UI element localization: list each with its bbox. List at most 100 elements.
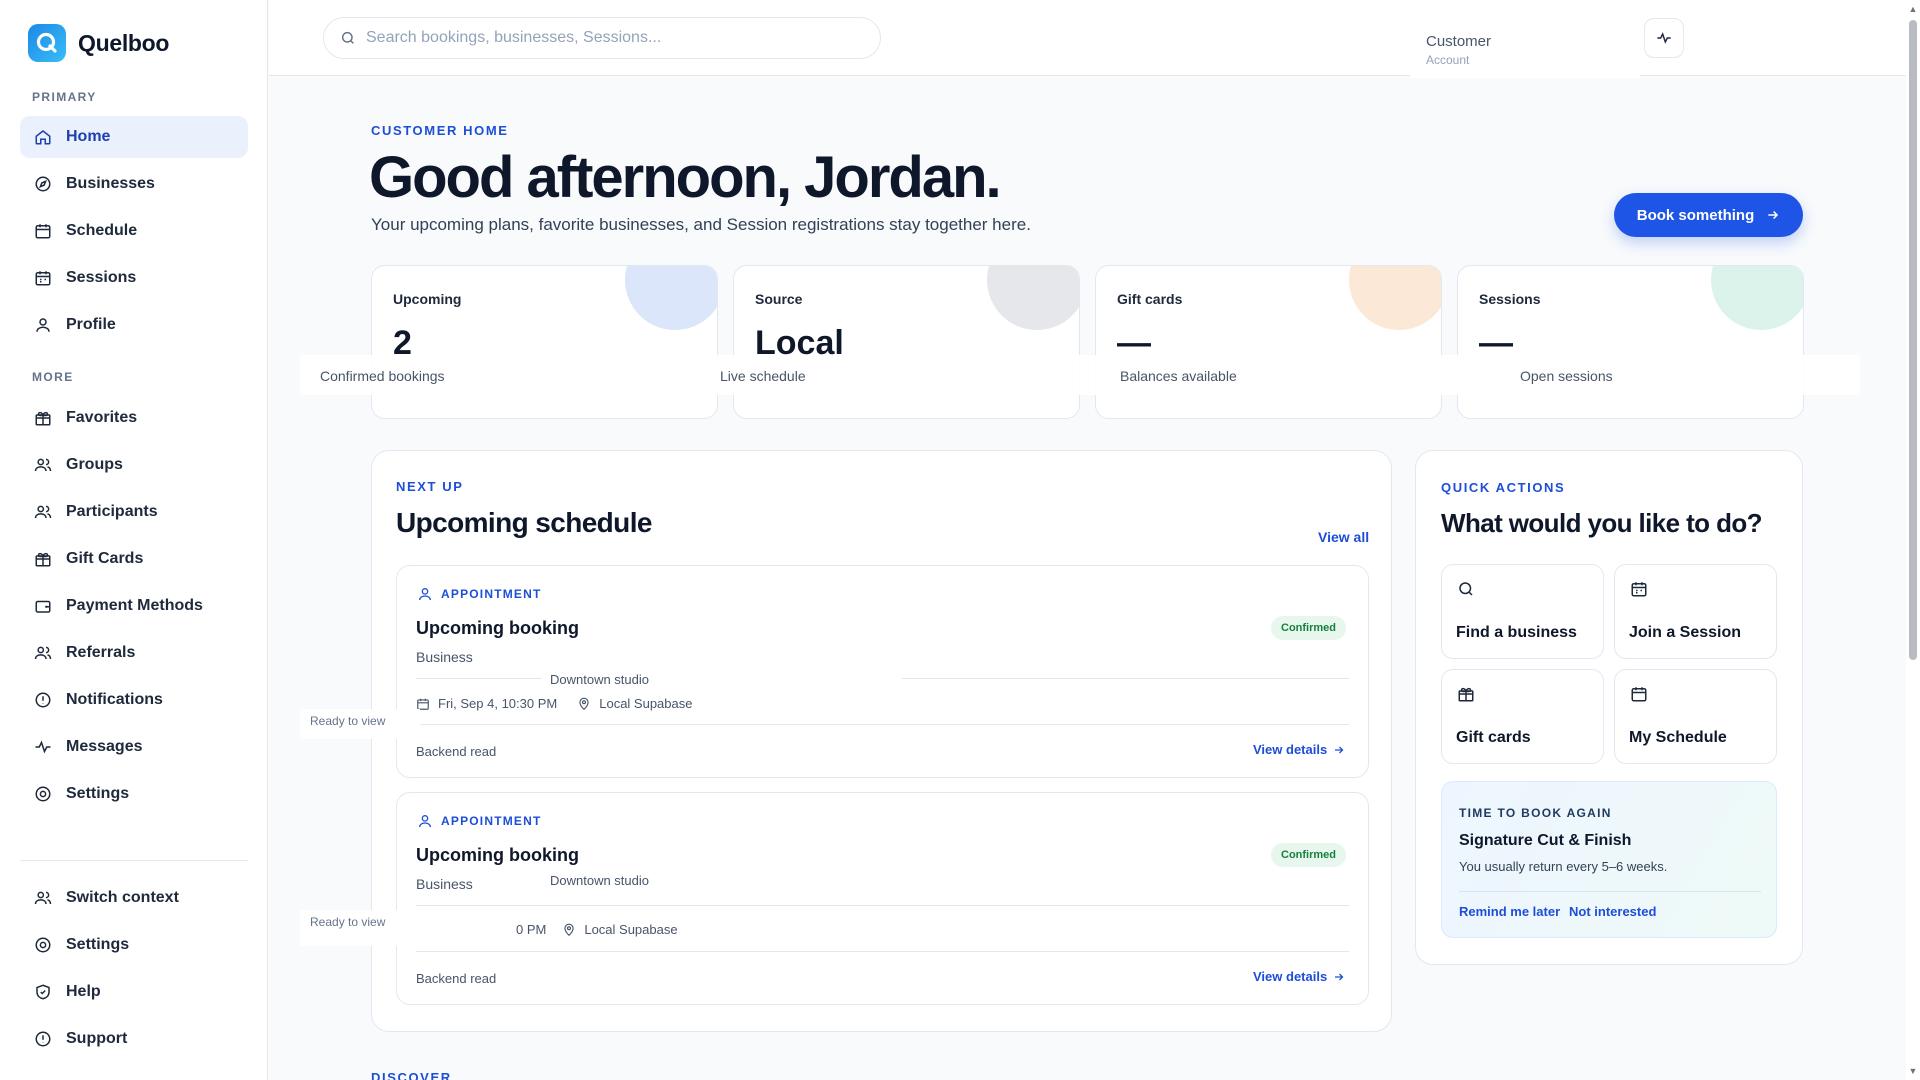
stat-decoration (1349, 266, 1441, 330)
sidebar-item-support[interactable]: Support (20, 1018, 248, 1060)
stat-decoration (625, 266, 717, 330)
location-chip: Downtown studio (542, 869, 902, 892)
sidebar-item-label: Referrals (66, 644, 136, 661)
sidebar-item-gift-cards[interactable]: Gift Cards (20, 538, 248, 580)
brand-name: Quelboo (78, 29, 170, 56)
quick-action-label: Gift cards (1456, 729, 1531, 746)
page-scrollbar[interactable]: ▲ ▼ (1906, 0, 1920, 1080)
quick-action-label: My Schedule (1629, 729, 1727, 746)
users-icon (34, 889, 52, 907)
my-schedule-button[interactable]: My Schedule (1614, 669, 1777, 764)
stat-label: Sessions (1479, 291, 1541, 307)
rebook-subtitle: You usually return every 5–6 weeks. (1459, 859, 1668, 874)
booking-subtitle: Business (416, 649, 473, 665)
view-details-link[interactable]: View details (1253, 742, 1345, 757)
sidebar-item-referrals[interactable]: Referrals (20, 632, 248, 674)
booking-source: Local Supabase (584, 922, 678, 937)
view-details-label: View details (1253, 742, 1328, 757)
sidebar-item-participants[interactable]: Participants (20, 491, 248, 533)
stat-decoration (987, 266, 1079, 330)
search-bar[interactable] (323, 17, 881, 59)
rebook-title: Signature Cut & Finish (1459, 832, 1632, 849)
booking-footer: Backend read (416, 971, 497, 986)
view-all-link[interactable]: View all (1318, 529, 1369, 545)
account-subtitle: Account (1426, 53, 1470, 67)
stat-label: Source (755, 291, 803, 307)
sidebar-item-help[interactable]: Help (20, 971, 248, 1013)
logo-icon (28, 24, 66, 62)
sidebar-item-label: Settings (66, 785, 130, 802)
booking-title: Upcoming booking (416, 845, 579, 865)
sidebar-item-switch-context[interactable]: Switch context (20, 877, 248, 919)
users-icon (34, 456, 52, 474)
gift-icon (34, 409, 52, 427)
sidebar-divider (20, 860, 248, 861)
sidebar-item-label: Help (66, 983, 101, 1000)
scrollbar-thumb[interactable] (1909, 20, 1917, 660)
sidebar-item-profile[interactable]: Profile (20, 304, 248, 346)
search-input[interactable] (366, 29, 846, 47)
account-menu[interactable]: Customer Account (1410, 12, 1640, 78)
scroll-up-icon[interactable]: ▲ (1908, 4, 1918, 14)
account-title: Customer (1426, 33, 1492, 50)
sidebar-item-sessions[interactable]: Sessions (20, 257, 248, 299)
stat-card-upcoming: Upcoming 2 (371, 265, 718, 419)
sidebar-item-label: Switch context (66, 889, 179, 906)
brand[interactable]: Quelboo (28, 24, 169, 62)
location-chip: Downtown studio (542, 668, 902, 691)
sidebar-item-footer-settings[interactable]: Settings (20, 924, 248, 966)
footer-nav: Switch context Settings Help Support (20, 877, 248, 1065)
sidebar-item-label: Settings (66, 936, 130, 953)
quick-actions-eyebrow: QUICK ACTIONS (1441, 480, 1566, 495)
join-session-button[interactable]: Join a Session (1614, 564, 1777, 659)
primary-nav: Home Businesses Schedule Sessions Profil… (20, 116, 248, 351)
gift-cards-button[interactable]: Gift cards (1441, 669, 1604, 764)
schedule-title: Upcoming schedule (396, 507, 652, 538)
stat-card-sessions: Sessions — (1457, 265, 1804, 419)
search-icon (340, 30, 356, 46)
sidebar-item-label: Favorites (66, 409, 138, 426)
sidebar-item-groups[interactable]: Groups (20, 444, 248, 486)
sidebar-item-home[interactable]: Home (20, 116, 248, 158)
stat-decoration (1711, 266, 1803, 330)
booking-subtitle: Business (416, 876, 473, 892)
booking-divider (416, 951, 1349, 952)
activity-icon (34, 738, 52, 756)
rebook-divider (1459, 891, 1761, 892)
sidebar-item-schedule[interactable]: Schedule (20, 210, 248, 252)
sidebar-item-label: Schedule (66, 222, 138, 239)
scroll-down-icon[interactable]: ▼ (1908, 1066, 1918, 1076)
calendar-grid-icon (1629, 579, 1649, 599)
status-badge: Confirmed (1271, 616, 1346, 640)
sidebar-item-label: Sessions (66, 269, 137, 286)
not-interested-link[interactable]: Not interested (1569, 904, 1656, 919)
booking-meta: Fri, Sep 4, 10:30 PM Local Supabase (416, 696, 692, 711)
stat-card-gift-cards: Gift cards — (1095, 265, 1442, 419)
stat-note: Balances available (1120, 368, 1237, 384)
wallet-icon (34, 597, 52, 615)
sidebar-item-favorites[interactable]: Favorites (20, 397, 248, 439)
stat-notes-band (300, 355, 1860, 395)
stat-note: Open sessions (1520, 368, 1613, 384)
arrow-right-icon (1333, 744, 1345, 756)
view-details-link[interactable]: View details (1253, 969, 1345, 984)
booking-kind: APPOINTMENT (417, 813, 542, 829)
more-nav: Favorites Groups Participants Gift Cards… (20, 397, 248, 820)
remind-me-later-link[interactable]: Remind me later (1459, 904, 1560, 919)
sidebar-item-businesses[interactable]: Businesses (20, 163, 248, 205)
search-icon (1456, 579, 1476, 599)
sidebar-item-settings[interactable]: Settings (20, 773, 248, 815)
quick-action-label: Join a Session (1629, 624, 1742, 641)
hero-subtitle: Your upcoming plans, favorite businesses… (371, 215, 1031, 234)
activity-button[interactable] (1644, 18, 1684, 58)
users-icon (34, 503, 52, 521)
discover-eyebrow: DISCOVER (371, 1070, 452, 1080)
stat-card-source: Source Local (733, 265, 1080, 419)
stat-note: Confirmed bookings (320, 368, 445, 384)
find-business-button[interactable]: Find a business (1441, 564, 1604, 659)
book-something-button[interactable]: Book something (1614, 193, 1803, 237)
sidebar-item-messages[interactable]: Messages (20, 726, 248, 768)
booking-card[interactable]: APPOINTMENT Upcoming booking Business Co… (396, 792, 1369, 1005)
sidebar-item-notifications[interactable]: Notifications (20, 679, 248, 721)
sidebar-item-payment-methods[interactable]: Payment Methods (20, 585, 248, 627)
